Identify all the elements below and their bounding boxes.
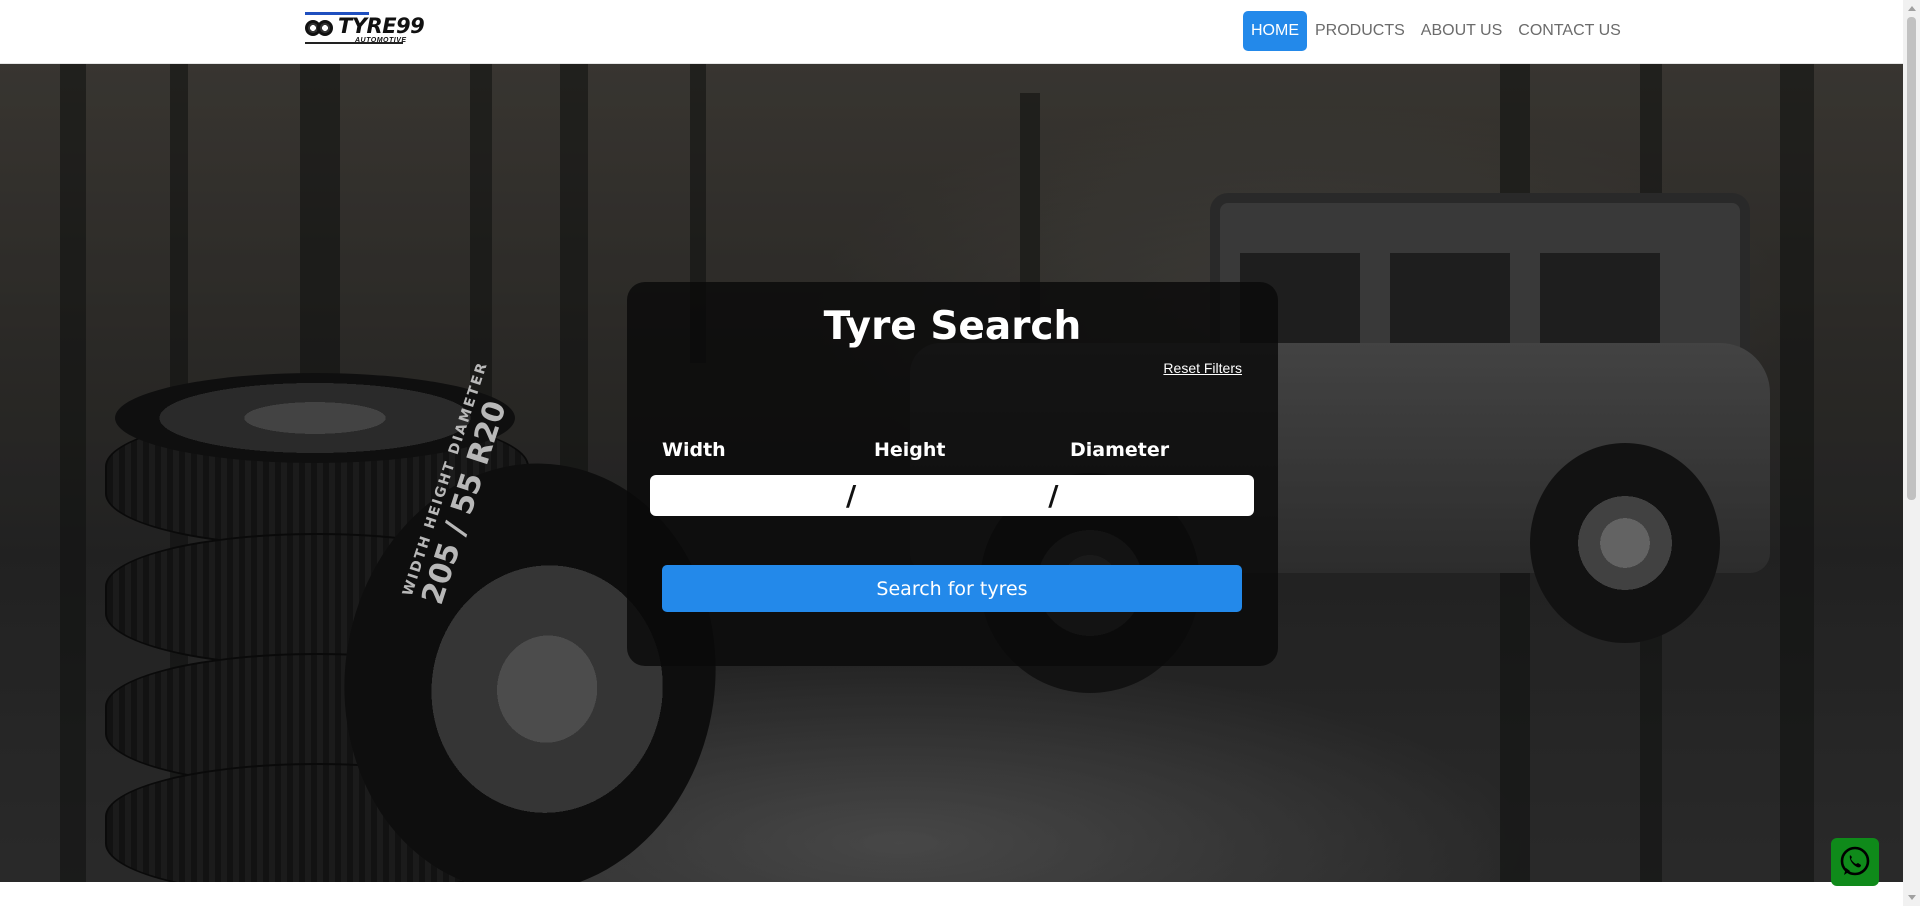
search-title: Tyre Search bbox=[823, 304, 1082, 349]
site-header: TYRE99 AUTOMOTIVE HOME PRODUCTS ABOUT US… bbox=[0, 0, 1903, 64]
diameter-label: Diameter bbox=[1070, 439, 1170, 461]
nav-contact-us[interactable]: CONTACT US bbox=[1510, 11, 1629, 51]
scroll-up-arrow-icon[interactable] bbox=[1908, 6, 1916, 11]
brand-name: TYRE99 bbox=[338, 14, 425, 38]
separator-slash: / bbox=[1048, 479, 1059, 512]
tyre-size-field: / / bbox=[650, 475, 1265, 516]
page-footer-edge bbox=[0, 882, 1903, 906]
scrollbar-thumb[interactable] bbox=[1907, 17, 1916, 500]
page-scrollbar[interactable] bbox=[1903, 0, 1920, 906]
brand-logo[interactable]: TYRE99 AUTOMOTIVE bbox=[305, 10, 425, 52]
separator-slash: / bbox=[846, 479, 857, 512]
whatsapp-icon bbox=[1840, 846, 1870, 876]
height-label: Height bbox=[874, 439, 946, 461]
nav-about-us[interactable]: ABOUT US bbox=[1413, 11, 1511, 51]
reset-filters-link[interactable]: Reset Filters bbox=[1163, 360, 1242, 376]
tyre-search-card: Tyre Search Reset Filters Width Height D… bbox=[627, 282, 1278, 666]
nav-home[interactable]: HOME bbox=[1243, 11, 1307, 51]
search-tyres-button[interactable]: Search for tyres bbox=[662, 565, 1242, 612]
height-select[interactable] bbox=[856, 476, 1049, 515]
width-select[interactable] bbox=[650, 476, 846, 515]
width-label: Width bbox=[662, 439, 726, 461]
logo-tyre-icon bbox=[305, 18, 335, 40]
diameter-select[interactable] bbox=[1058, 476, 1265, 515]
whatsapp-button[interactable] bbox=[1831, 838, 1879, 886]
brand-sub: AUTOMOTIVE bbox=[355, 37, 407, 44]
main-nav: HOME PRODUCTS ABOUT US CONTACT US bbox=[1243, 11, 1629, 51]
nav-products[interactable]: PRODUCTS bbox=[1307, 11, 1413, 51]
scroll-down-arrow-icon[interactable] bbox=[1908, 895, 1916, 900]
